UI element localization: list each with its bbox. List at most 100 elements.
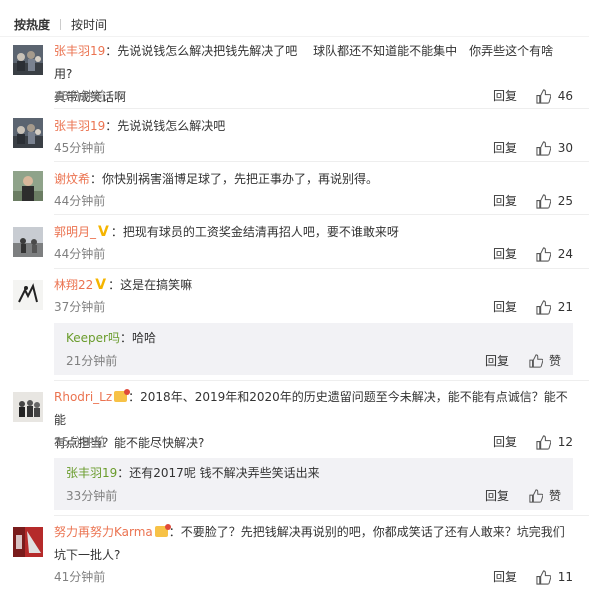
comment-meta: 43分钟前 回复 46 (54, 87, 573, 105)
avatar[interactable] (13, 45, 43, 75)
comment-text: 谢炆希：你快别祸害淄博足球了，先把正事办了，再说别得。 (54, 168, 571, 191)
like-button[interactable]: 25 (536, 192, 573, 210)
avatar[interactable] (13, 118, 43, 148)
like-count: 11 (557, 570, 573, 584)
comment-body: ：先说说钱怎么解决把钱先解决了吧 球队都还不知道能不能集中 你弄些这个有啥用? (54, 44, 554, 81)
comment-meta: 44分钟前 回复 24 (54, 245, 573, 263)
sub-reply-text: Keeper吗：哈哈 (66, 329, 156, 347)
sketch-photo-icon (13, 280, 43, 310)
sub-reply-username[interactable]: Keeper吗 (66, 331, 120, 345)
avatar[interactable] (13, 280, 43, 310)
sub-like-button[interactable]: 赞 (529, 487, 561, 505)
thumbs-up-icon (536, 569, 551, 585)
sort-by-hot-tab[interactable]: 按热度 (14, 16, 50, 33)
comment-username[interactable]: 努力再努力Karma (54, 525, 153, 539)
sub-reply-button[interactable]: 回复 (485, 352, 509, 370)
reply-button[interactable]: 回复 (493, 139, 517, 157)
sub-reply-button[interactable]: 回复 (485, 487, 509, 505)
comment-body: ：2018年、2019年和2020年的历史遗留问题至今未解决，能不能有点诚信？能… (54, 390, 568, 427)
red-photo-icon (13, 527, 43, 557)
reply-button[interactable]: 回复 (493, 568, 517, 586)
comment-username[interactable]: 张丰羽19 (54, 44, 105, 58)
sort-bar: 按热度 按时间 (14, 14, 107, 34)
comment-meta: 37分钟前 回复 21 (54, 298, 573, 316)
comment-body: ：先说说钱怎么解决吧 (105, 119, 226, 133)
like-count: 21 (557, 300, 573, 314)
comment-meta: 35分钟前 回复 12 (54, 433, 573, 451)
comment-meta: 45分钟前 回复 30 (54, 139, 573, 157)
comment-username[interactable]: Rhodri_Lz (54, 390, 112, 404)
sub-like-button[interactable]: 赞 (529, 352, 561, 370)
member-badge-icon (154, 524, 171, 537)
like-button[interactable]: 21 (536, 298, 573, 316)
sub-reply-time: 33分钟前 (66, 489, 118, 503)
comment-meta: 41分钟前 回复 11 (54, 568, 573, 586)
comment-username[interactable]: 郭明月_ (54, 225, 96, 239)
like-button[interactable]: 11 (536, 568, 573, 586)
comment-body-continued: 坑下一批人? (54, 548, 121, 562)
sub-reply-username[interactable]: 张丰羽19 (66, 466, 117, 480)
comment-username[interactable]: 林翔22 (54, 278, 93, 292)
comment-username[interactable]: 谢炆希 (54, 172, 90, 186)
sub-reply-body: ：还有2017呢 钱不解决弄些笑话出来 (117, 466, 320, 480)
comment-time: 44分钟前 (54, 247, 106, 261)
comment-divider (54, 108, 589, 109)
person-photo-icon (13, 171, 43, 201)
thumbs-up-icon (536, 246, 551, 262)
sort-by-time-tab[interactable]: 按时间 (71, 16, 107, 33)
comment-time: 37分钟前 (54, 300, 106, 314)
comment-time: 41分钟前 (54, 570, 106, 584)
comment-divider (54, 515, 589, 516)
like-count: 12 (557, 435, 573, 449)
thumbs-up-icon (536, 299, 551, 315)
thumbs-up-icon (536, 88, 551, 104)
comment-username[interactable]: 张丰羽19 (54, 119, 105, 133)
like-button[interactable]: 46 (536, 87, 573, 105)
thumbs-up-icon (529, 489, 543, 503)
comment-time: 43分钟前 (54, 89, 106, 103)
comment-divider (54, 268, 589, 269)
sub-reply-text: 张丰羽19：还有2017呢 钱不解决弄些笑话出来 (66, 464, 320, 482)
reply-button[interactable]: 回复 (493, 87, 517, 105)
avatar[interactable] (13, 527, 43, 557)
like-count: 25 (557, 194, 573, 208)
team-photo-icon (13, 392, 43, 422)
comment-divider (54, 380, 589, 381)
comment-time: 45分钟前 (54, 141, 106, 155)
sub-like-label: 赞 (548, 489, 561, 503)
comment-time: 44分钟前 (54, 194, 106, 208)
sub-reply: Keeper吗：哈哈 21分钟前 回复 赞 (54, 323, 573, 375)
comment-meta: 44分钟前 回复 25 (54, 192, 573, 210)
reply-button[interactable]: 回复 (493, 245, 517, 263)
crowd-photo-icon (13, 45, 43, 75)
avatar[interactable] (13, 227, 43, 257)
avatar[interactable] (13, 392, 43, 422)
header-divider (0, 36, 589, 37)
member-badge-icon (114, 389, 131, 402)
avatar[interactable] (13, 171, 43, 201)
sub-reply-time: 21分钟前 (66, 354, 118, 368)
thumbs-up-icon (536, 140, 551, 156)
sub-reply: 张丰羽19：还有2017呢 钱不解决弄些笑话出来 33分钟前 回复 赞 (54, 458, 573, 510)
verified-badge-icon: V (95, 277, 107, 293)
comment-body: ：不要脸了？先把钱解决再说别的吧，你都成笑话了还有人敢来？坑完我们 (168, 525, 565, 539)
comment-body: ：把现有球员的工资奖金结清再招人吧，要不谁敢来呀 (110, 225, 399, 239)
reply-button[interactable]: 回复 (493, 192, 517, 210)
thumbs-up-icon (536, 193, 551, 209)
comment-divider (54, 214, 589, 215)
like-button[interactable]: 30 (536, 139, 573, 157)
thumbs-up-icon (536, 434, 551, 450)
verified-badge-icon: V (98, 224, 109, 240)
stadium-photo-icon (13, 227, 43, 257)
comment-text: 努力再努力Karma ：不要脸了？先把钱解决再说别的吧，你都成笑话了还有人敢来？坑… (54, 521, 571, 567)
reply-button[interactable]: 回复 (493, 433, 517, 451)
comment-text: 林翔22 V ：这是在搞笑嘛 (54, 274, 571, 297)
thumbs-up-icon (529, 354, 543, 368)
like-button[interactable]: 24 (536, 245, 573, 263)
reply-button[interactable]: 回复 (493, 298, 517, 316)
comment-body: ：你快别祸害淄博足球了，先把正事办了，再说别得。 (90, 172, 379, 186)
sub-reply-body: ：哈哈 (119, 331, 156, 345)
like-count: 30 (557, 141, 573, 155)
like-button[interactable]: 12 (536, 433, 573, 451)
comment-text: 张丰羽19：先说说钱怎么解决吧 (54, 115, 571, 138)
